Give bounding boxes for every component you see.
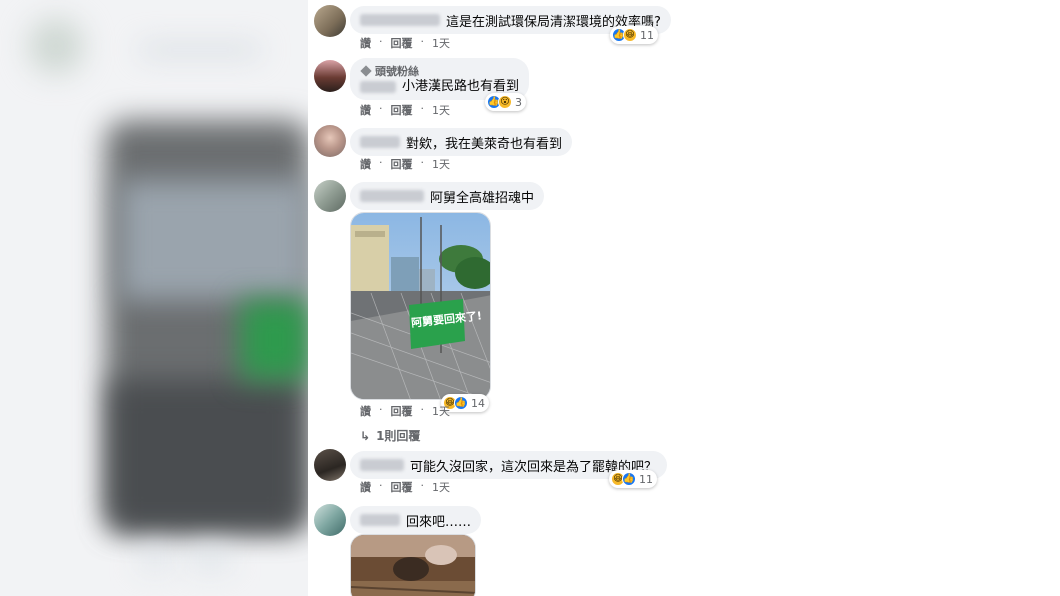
- separator-dot: ·: [379, 479, 383, 492]
- blurred-text: [140, 45, 260, 55]
- commenter-name[interactable]: [360, 514, 400, 526]
- replies-count-label: 1則回覆: [376, 429, 421, 443]
- avatar[interactable]: [314, 180, 346, 212]
- separator-dot: ·: [420, 35, 425, 48]
- comment-photo[interactable]: 阿舅要回來了!: [350, 212, 491, 400]
- like-icon: 👍: [622, 472, 636, 486]
- like-button[interactable]: 讚: [360, 156, 371, 172]
- blurred-avatar: [28, 18, 84, 74]
- comment-actions: 讚 · 回覆 · 1天: [360, 479, 450, 495]
- separator-dot: ·: [379, 156, 383, 169]
- avatar[interactable]: [314, 504, 346, 536]
- blurred-action: [190, 548, 230, 568]
- blurred-background: [0, 0, 308, 596]
- reply-button[interactable]: 回覆: [391, 35, 413, 51]
- timestamp[interactable]: 1天: [432, 479, 450, 495]
- timestamp[interactable]: 1天: [432, 403, 450, 419]
- comment-actions: 讚 · 回覆 · 1天: [360, 102, 450, 118]
- view-replies-link[interactable]: ↳ 1則回覆: [360, 427, 420, 444]
- comment-text: 對欸，我在美萊奇也有看到: [406, 136, 563, 152]
- reply-button[interactable]: 回覆: [391, 102, 413, 118]
- photo-image: [351, 213, 490, 399]
- reply-button[interactable]: 回覆: [391, 403, 413, 419]
- like-icon: 👍: [454, 396, 468, 410]
- reaction-count: 11: [640, 28, 654, 42]
- photo-image: [351, 535, 475, 596]
- haha-icon: 😆: [623, 28, 637, 42]
- comment-bubble: 阿舅全高雄招魂中: [350, 182, 545, 210]
- separator-dot: ·: [379, 35, 383, 48]
- blurred-action: [140, 548, 170, 568]
- commenter-name[interactable]: [360, 136, 400, 148]
- reply-button[interactable]: 回覆: [391, 479, 413, 495]
- comment-bubble: 回來吧……: [350, 506, 482, 534]
- comment-actions: 讚 · 回覆 · 1天: [360, 403, 450, 419]
- commenter-name[interactable]: [360, 14, 440, 26]
- commenter-name[interactable]: [360, 80, 396, 93]
- blurred-photo-banner: [240, 300, 308, 380]
- badge-label: 頭號粉絲: [375, 64, 419, 78]
- diamond-icon: [360, 65, 372, 77]
- like-button[interactable]: 讚: [360, 403, 371, 419]
- separator-dot: ·: [379, 403, 383, 416]
- like-button[interactable]: 讚: [360, 479, 371, 495]
- comment-actions: 讚 · 回覆 · 1天: [360, 35, 450, 51]
- avatar[interactable]: [314, 125, 346, 157]
- separator-dot: ·: [379, 102, 383, 115]
- reactions-summary[interactable]: 👍 😮 3: [485, 93, 526, 111]
- separator-dot: ·: [420, 403, 425, 416]
- reactions-summary[interactable]: 😆 👍 11: [609, 470, 657, 488]
- timestamp[interactable]: 1天: [432, 102, 450, 118]
- wow-icon: 😮: [498, 95, 512, 109]
- timestamp[interactable]: 1天: [432, 35, 450, 51]
- comments-list: 這是在測試環保局清潔環境的效率嗎? 👍 😆 11 讚 · 回覆 · 1天 頭號粉…: [308, 0, 1060, 596]
- separator-dot: ·: [420, 102, 425, 115]
- like-button[interactable]: 讚: [360, 35, 371, 51]
- top-fan-badge: 頭號粉絲: [360, 65, 419, 78]
- comment-text: 阿舅全高雄招魂中: [430, 190, 535, 206]
- avatar[interactable]: [314, 60, 346, 92]
- like-button[interactable]: 讚: [360, 102, 371, 118]
- reaction-count: 3: [515, 95, 522, 109]
- separator-dot: ·: [420, 479, 425, 492]
- commenter-name[interactable]: [360, 190, 424, 202]
- avatar[interactable]: [314, 5, 346, 37]
- reply-button[interactable]: 回覆: [391, 156, 413, 172]
- comment-photo[interactable]: [350, 534, 476, 596]
- blurred-photo-ground: [110, 380, 300, 530]
- commenter-name[interactable]: [360, 459, 404, 471]
- comment-text: 回來吧……: [406, 514, 472, 530]
- blurred-photo-sky: [120, 180, 308, 300]
- timestamp[interactable]: 1天: [432, 156, 450, 172]
- reaction-count: 14: [471, 396, 485, 410]
- avatar[interactable]: [314, 449, 346, 481]
- comment-actions: 讚 · 回覆 · 1天: [360, 156, 450, 172]
- reply-arrow-icon: ↳: [360, 428, 371, 443]
- reaction-count: 11: [639, 472, 653, 486]
- comment-bubble: 對欸，我在美萊奇也有看到: [350, 128, 573, 156]
- reactions-summary[interactable]: 👍 😆 11: [610, 26, 658, 44]
- separator-dot: ·: [420, 156, 425, 169]
